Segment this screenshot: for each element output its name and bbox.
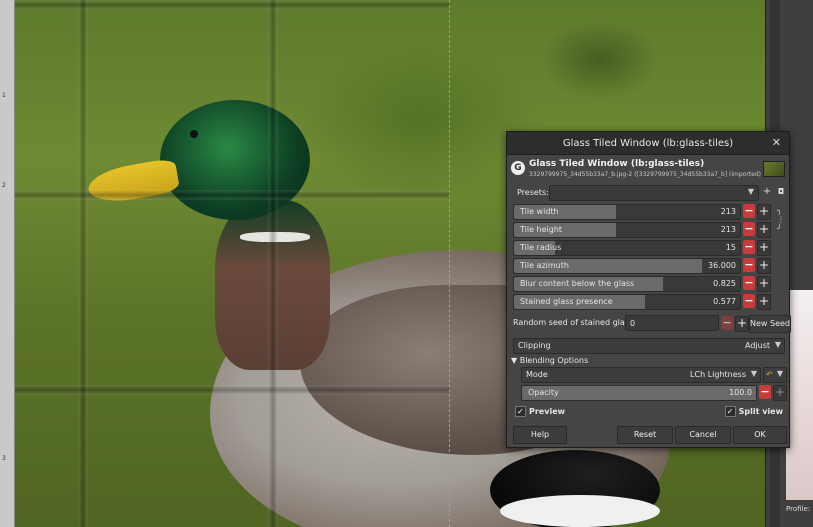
preview-checkbox[interactable]: ✓ Preview — [515, 406, 565, 417]
reset-button[interactable]: Reset — [617, 426, 673, 444]
presets-combo[interactable]: ▼ — [549, 185, 759, 201]
slider-label: Blur content below the glass — [520, 279, 635, 288]
duck-head — [160, 100, 310, 220]
expander-arrow-icon: ▼ — [511, 356, 520, 365]
preset-menu-icon[interactable]: ◘ — [775, 185, 787, 199]
slider-label: Tile azimuth — [520, 261, 569, 270]
image-subtitle: 3329799975_34d55b33a7_b.jpg-2 ([33297999… — [529, 171, 761, 178]
cancel-button[interactable]: Cancel — [675, 426, 731, 444]
add-preset-icon[interactable]: + — [761, 185, 773, 199]
slider-value: 213 — [720, 207, 736, 216]
gimp-logo-icon: G — [511, 161, 525, 175]
presets-row: Presets: ▼ + ◘ — [513, 185, 787, 201]
composite-mode-combo[interactable]: ↶ ▼ — [763, 367, 787, 383]
presets-label: Presets: — [517, 188, 549, 197]
decrease-button[interactable]: − — [743, 240, 755, 254]
slider-label: Tile width — [520, 207, 559, 216]
seed-decrease-button[interactable]: − — [721, 316, 733, 330]
slider-label: Tile radius — [520, 243, 562, 252]
glass-tile-edge — [268, 0, 278, 527]
duck-tail-white — [500, 495, 660, 527]
decrease-button[interactable]: − — [743, 222, 755, 236]
dialog-title: Glass Tiled Window (lb:glass-tiles) — [562, 137, 734, 149]
seed-increase-button[interactable]: + — [735, 316, 749, 332]
glass-tile-edge — [14, 0, 450, 10]
opacity-increase-button[interactable]: + — [773, 385, 787, 401]
help-button[interactable]: Help — [513, 426, 567, 444]
opacity-label: Opacity — [528, 388, 559, 397]
chain-link-icon[interactable]: ┐ ⋮ ┘ — [777, 206, 785, 233]
mode-label: Mode — [526, 370, 548, 379]
vertical-ruler[interactable]: 1 2 3 — [0, 0, 15, 527]
slider-blur-content-below-the-glass[interactable]: Blur content below the glass 0.825 — [513, 276, 741, 292]
dialog-header: G Glass Tiled Window (lb:glass-tiles) 33… — [507, 155, 789, 185]
glass-tile-edge — [78, 0, 88, 527]
preview-label: Preview — [529, 407, 566, 416]
close-icon[interactable]: ✕ — [772, 136, 781, 149]
clipping-label: Clipping — [518, 341, 551, 350]
increase-button[interactable]: + — [757, 276, 771, 292]
opacity-decrease-button[interactable]: − — [759, 385, 771, 399]
slider-label: Stained glass presence — [520, 297, 613, 306]
image-thumbnail — [763, 161, 785, 177]
mode-combo[interactable]: Mode LCh Lightness ▼ — [521, 367, 761, 383]
ruler-mark: 3 — [2, 455, 6, 462]
blending-options-expander[interactable]: ▼ Blending Options — [511, 356, 588, 365]
glass-tile-edge — [14, 190, 450, 200]
split-view-guide[interactable] — [449, 0, 450, 527]
glass-tiled-window-dialog: Glass Tiled Window (lb:glass-tiles) ✕ G … — [506, 131, 791, 448]
mode-value: LCh Lightness — [690, 370, 746, 379]
slider-label: Tile height — [520, 225, 563, 234]
slider-tile-height[interactable]: Tile height 213 — [513, 222, 741, 238]
opacity-value: 100.0 — [729, 388, 752, 397]
slider-tile-radius[interactable]: Tile radius 15 — [513, 240, 741, 256]
dialog-button-row: Help Reset Cancel OK — [513, 426, 787, 444]
slider-value: 0.825 — [713, 279, 736, 288]
ok-button[interactable]: OK — [733, 426, 787, 444]
seed-label: Random seed of stained glass — [513, 318, 634, 327]
split-view-label: Split view — [738, 407, 783, 416]
glass-tile-edge — [14, 385, 450, 395]
slider-value: 36.000 — [708, 261, 736, 270]
decrease-button[interactable]: − — [743, 204, 755, 218]
slider-value: 0.577 — [713, 297, 736, 306]
ruler-mark: 2 — [2, 182, 6, 189]
chevron-down-icon: ▼ — [774, 340, 781, 349]
slider-value: 15 — [725, 243, 736, 252]
blending-options-label: Blending Options — [519, 356, 589, 365]
slider-stained-glass-presence[interactable]: Stained glass presence 0.577 — [513, 294, 741, 310]
increase-button[interactable]: + — [757, 240, 771, 256]
increase-button[interactable]: + — [757, 204, 771, 220]
filter-title: Glass Tiled Window (lb:glass-tiles) — [529, 159, 705, 169]
slider-tile-azimuth[interactable]: Tile azimuth 36.000 — [513, 258, 741, 274]
seed-input[interactable]: 0 — [625, 315, 719, 331]
profile-label: Profile: — [786, 505, 811, 513]
chevron-down-icon: ▼ — [776, 369, 783, 378]
check-icon: ✓ — [724, 406, 736, 417]
opacity-slider[interactable]: Opacity 100.0 — [521, 385, 757, 401]
decrease-button[interactable]: − — [743, 276, 755, 290]
new-seed-button[interactable]: New Seed — [749, 315, 791, 333]
seed-row: Random seed of stained glass 0 − + New S… — [513, 315, 791, 333]
dialog-titlebar[interactable]: Glass Tiled Window (lb:glass-tiles) ✕ — [507, 132, 789, 155]
clipping-combo[interactable]: Clipping Adjust ▼ — [513, 338, 785, 354]
chevron-down-icon: ▼ — [750, 369, 757, 378]
increase-button[interactable]: + — [757, 222, 771, 238]
ruler-mark: 1 — [2, 92, 6, 99]
check-icon: ✓ — [515, 406, 526, 417]
increase-button[interactable]: + — [757, 294, 771, 310]
decrease-button[interactable]: − — [743, 294, 755, 308]
composite-mode-icon: ↶ — [766, 370, 773, 379]
slider-tile-width[interactable]: Tile width 213 — [513, 204, 741, 220]
increase-button[interactable]: + — [757, 258, 771, 274]
slider-value: 213 — [720, 225, 736, 234]
decrease-button[interactable]: − — [743, 258, 755, 272]
split-view-checkbox[interactable]: ✓ Split view — [724, 406, 783, 417]
chevron-down-icon: ▼ — [747, 187, 754, 196]
duck-eye — [190, 130, 198, 138]
clipping-value: Adjust — [744, 341, 770, 350]
